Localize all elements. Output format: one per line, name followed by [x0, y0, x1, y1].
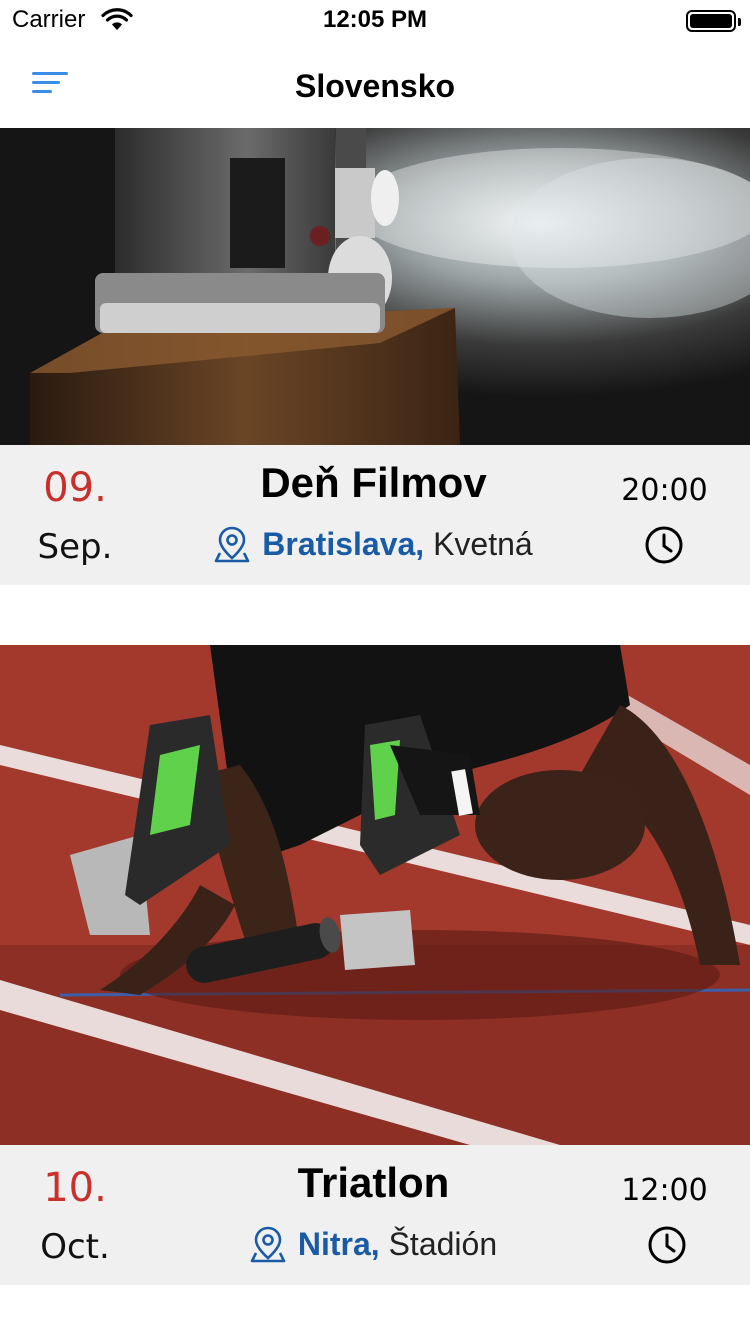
location-place: Kvetná [433, 526, 533, 562]
event-card[interactable]: 09. Sep. Deň Filmov Bratislava, Kvetná 2… [0, 128, 750, 585]
event-month: Sep. [37, 527, 113, 567]
sprinter-starting-blocks-photo [0, 645, 750, 1145]
clock-icon [648, 1226, 686, 1264]
clock-icon [645, 526, 683, 564]
location-city: Nitra, [297, 1226, 380, 1262]
event-month: Oct. [40, 1227, 110, 1267]
battery-icon [686, 10, 741, 32]
event-card[interactable]: 10. Oct. Triatlon Nitra, Štadión 12:00 [0, 645, 750, 1285]
event-title: Deň Filmov [260, 459, 487, 506]
event-info-bar: 10. Oct. Triatlon Nitra, Štadión 12:00 [0, 1145, 750, 1285]
event-location[interactable]: Nitra, Štadión [150, 1225, 597, 1263]
event-time: 20:00 [621, 473, 708, 508]
event-title: Triatlon [297, 1159, 450, 1206]
event-time: 12:00 [621, 1173, 708, 1208]
status-time: 12:05 PM [322, 6, 428, 33]
page-title: Slovensko [294, 68, 456, 104]
event-day: 10. [43, 1165, 107, 1211]
film-projector-photo [0, 128, 750, 445]
navigation-bar: Slovensko [0, 40, 750, 128]
location-place: Štadión [388, 1226, 498, 1262]
event-day: 09. [43, 465, 107, 511]
event-location[interactable]: Bratislava, Kvetná [150, 525, 597, 563]
status-bar: Carrier 12:05 PM [0, 0, 750, 40]
location-pin-icon [250, 1226, 286, 1263]
event-info-bar: 09. Sep. Deň Filmov Bratislava, Kvetná 2… [0, 445, 750, 585]
location-pin-icon [214, 526, 250, 563]
location-city: Bratislava, [262, 526, 425, 562]
